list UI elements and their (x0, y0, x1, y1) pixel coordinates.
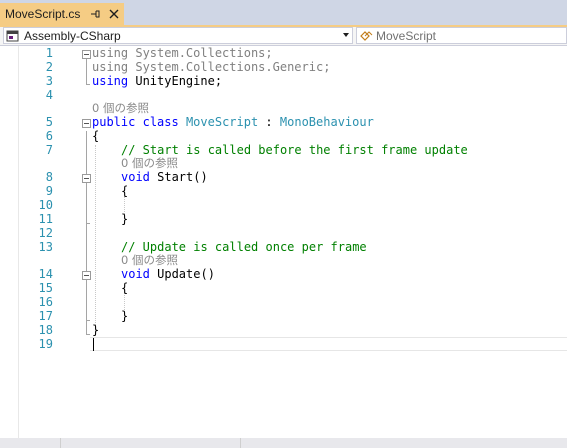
brace: } (121, 212, 129, 226)
line-number: 9 (45, 184, 53, 198)
brace: { (121, 184, 129, 198)
collapse-icon[interactable] (82, 174, 91, 183)
scrollbar-divider (240, 438, 241, 448)
code-line: 15 { (0, 281, 567, 295)
line-number: 7 (45, 143, 53, 157)
pin-icon[interactable] (88, 7, 102, 21)
line-number: 4 (45, 88, 53, 102)
code-line: 6 { (0, 129, 567, 143)
line-number: 16 (38, 295, 53, 309)
collapse-icon[interactable] (82, 271, 91, 280)
code-line: 13 // Update is called once per frame (0, 240, 567, 254)
class-icon (360, 30, 373, 41)
collapse-icon[interactable] (82, 119, 91, 128)
code-line: 17 } (0, 309, 567, 323)
csharp-project-icon (6, 30, 19, 41)
code-line: 4 (0, 88, 567, 102)
line-number: 5 (45, 115, 53, 129)
namespace: UnityEngine; (128, 74, 223, 88)
project-dropdown[interactable]: Assembly-CSharp (3, 27, 353, 44)
line-number: 17 (38, 309, 53, 323)
code-line: 7 // Start is called before the first fr… (0, 143, 567, 157)
references-label[interactable]: 0 個の参照 (121, 156, 178, 170)
public-keyword: public (92, 115, 136, 129)
line-number: 18 (38, 323, 53, 337)
brace: } (121, 309, 129, 323)
code-line: 12 (0, 226, 567, 240)
tab-title: MoveScript.cs (5, 7, 81, 21)
code-line: 8 void Start() (0, 170, 567, 184)
navigation-bar: Assembly-CSharp MoveScript (0, 27, 567, 46)
type-name: MoveScript (376, 28, 437, 43)
collapse-icon[interactable] (82, 50, 91, 59)
using-keyword: using (92, 46, 129, 60)
line-number: 19 (38, 337, 53, 351)
code-line: 11 } (0, 212, 567, 226)
code-line: 3 using UnityEngine; (0, 74, 567, 88)
base-class: MonoBehaviour (279, 115, 374, 129)
line-number: 15 (38, 281, 53, 295)
line-number: 11 (38, 212, 53, 226)
code-line: 18 } (0, 323, 567, 337)
line-number: 8 (45, 170, 53, 184)
text-caret (93, 338, 94, 351)
scrollbar-divider (60, 438, 61, 448)
horizontal-scrollbar[interactable] (0, 438, 567, 448)
code-line: 10 (0, 198, 567, 212)
line-number: 6 (45, 129, 53, 143)
references-label[interactable]: 0 個の参照 (121, 253, 178, 267)
code-line: 2 using System.Collections.Generic; (0, 60, 567, 74)
code-line: 5 public class MoveScript : MonoBehaviou… (0, 115, 567, 129)
codelens-references[interactable]: 0 個の参照 (0, 156, 567, 170)
code-line: 16 (0, 295, 567, 309)
class-name: MoveScript (185, 115, 259, 129)
code-line: 9 { (0, 184, 567, 198)
namespace: System.Collections; (128, 46, 273, 60)
class-keyword: class (142, 115, 179, 129)
brace: { (92, 129, 100, 143)
close-icon[interactable] (107, 7, 121, 21)
brace: } (92, 323, 100, 337)
colon: : (258, 115, 280, 129)
using-keyword: using (92, 60, 129, 74)
using-keyword: using (92, 74, 129, 88)
tab-movescript[interactable]: MoveScript.cs (0, 3, 124, 25)
line-number: 2 (45, 60, 53, 74)
chevron-down-icon (343, 33, 349, 37)
codelens-references[interactable]: 0 個の参照 (0, 101, 567, 115)
line-number: 12 (38, 226, 53, 240)
codelens-references[interactable]: 0 個の参照 (0, 253, 567, 267)
project-name: Assembly-CSharp (24, 28, 121, 43)
document-tab-strip: MoveScript.cs (0, 0, 567, 26)
line-number: 1 (45, 46, 53, 60)
void-keyword: void (121, 267, 150, 281)
line-number: 3 (45, 74, 53, 88)
references-label[interactable]: 0 個の参照 (92, 101, 149, 115)
method-name: Update() (149, 267, 215, 281)
method-name: Start() (149, 170, 208, 184)
code-line: 19 (0, 337, 567, 351)
line-number: 10 (38, 198, 53, 212)
type-dropdown[interactable]: MoveScript (356, 27, 567, 44)
comment: // Update is called once per frame (121, 240, 367, 254)
void-keyword: void (121, 170, 150, 184)
code-line: 14 void Update() (0, 267, 567, 281)
line-number: 14 (38, 267, 53, 281)
line-number: 13 (38, 240, 53, 254)
comment: // Start is called before the first fram… (121, 143, 468, 157)
code-line: 1 using System.Collections; (0, 46, 567, 60)
brace: { (121, 281, 129, 295)
namespace: System.Collections.Generic; (128, 60, 331, 74)
